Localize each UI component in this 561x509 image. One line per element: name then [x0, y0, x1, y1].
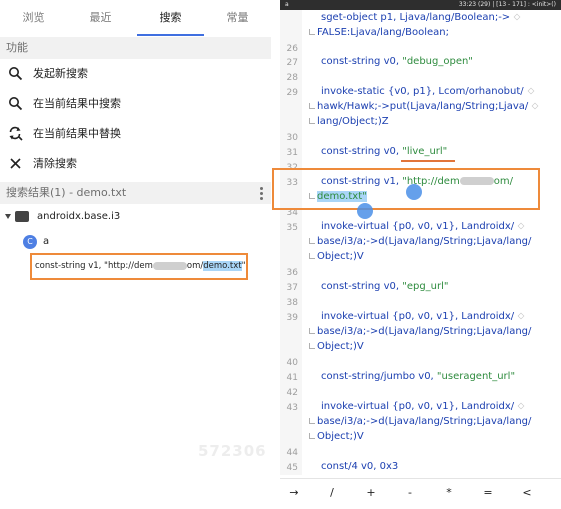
code-line: const-string v0, "debug_open" — [321, 56, 473, 67]
function-section-header: 功能 — [0, 37, 271, 59]
code-line: hawk/Hawk;->put(Ljava/lang/String;Ljava/ — [309, 101, 539, 112]
search-in-results-item[interactable]: 在当前结果中搜索 — [0, 89, 271, 119]
line-number: 26 — [286, 44, 298, 54]
code-line: invoke-virtual {p0, v0, v1}, Landroidx/ — [321, 221, 525, 232]
key-equals[interactable]: = — [474, 479, 502, 507]
tab-browse[interactable]: 浏览 — [0, 0, 67, 36]
folder-icon — [15, 211, 29, 222]
key-plus[interactable]: + — [357, 479, 385, 507]
line-number: 39 — [286, 313, 298, 323]
key-slash[interactable]: / — [318, 479, 346, 507]
code-line: invoke-virtual {p0, v0, v1}, Landroidx/ — [321, 311, 525, 322]
status-bar: a 33:23 (29) | [13 - 171] : <init>() — [280, 0, 561, 10]
code-line: invoke-virtual {p0, v0, v1}, Landroidx/ — [321, 401, 525, 412]
line-number: 31 — [286, 148, 298, 158]
line-number: 38 — [286, 298, 298, 308]
line-number: 40 — [286, 358, 298, 368]
selection-handle-end[interactable] — [406, 184, 422, 200]
line-number: 35 — [286, 223, 298, 233]
line-number: 44 — [286, 448, 298, 458]
code-line: lang/Object;)Z — [309, 116, 389, 127]
new-search-label: 发起新搜索 — [33, 67, 88, 80]
code-line: Object;)V — [309, 431, 364, 442]
package-label: androidx.base.i3 — [37, 211, 121, 222]
tab-recent[interactable]: 最近 — [67, 0, 134, 36]
result-highlight: demo.txt — [203, 261, 242, 271]
results-title: 搜索结果(1) - demo.txt — [6, 186, 127, 199]
tab-search[interactable]: 搜索 — [137, 0, 204, 36]
code-line: invoke-static {v0, p1}, Lcom/orhanobut/ — [321, 86, 535, 97]
search-result-text: const-string v1, "http://dem om/demo.txt" — [35, 255, 246, 278]
code-line: const-string v0, "live_url" — [321, 146, 448, 157]
close-icon — [10, 158, 21, 169]
line-number: 42 — [286, 388, 298, 398]
code-line: const/4 v0, 0x3 — [321, 461, 399, 472]
replace-in-results-label: 在当前结果中替换 — [33, 127, 121, 140]
symbol-toolbar: → / + - * = < — [280, 478, 561, 509]
class-node[interactable]: C a — [0, 232, 271, 252]
code-line: const-string v0, "epg_url" — [321, 281, 449, 292]
new-search-item[interactable]: 发起新搜索 — [0, 59, 271, 89]
line-number: 43 — [286, 403, 298, 413]
result-prefix: const-string v1, "http://dem — [35, 261, 153, 271]
code-line: const-string/jumbo v0, "useragent_url" — [321, 371, 516, 382]
search-icon — [9, 67, 23, 81]
active-tab-indicator — [137, 34, 204, 36]
clear-search-label: 清除搜索 — [33, 157, 77, 170]
results-section-header: 搜索结果(1) - demo.txt — [0, 182, 271, 204]
expand-arrow-icon[interactable] — [5, 214, 11, 219]
search-icon — [9, 97, 23, 111]
code-line: base/i3/a;->d(Ljava/lang/String;Ljava/la… — [309, 236, 531, 247]
line-number: 36 — [286, 268, 298, 278]
replace-icon — [9, 126, 23, 141]
key-arrow[interactable]: → — [280, 479, 308, 507]
result-suffix: " — [241, 261, 246, 271]
line-number: 37 — [286, 283, 298, 293]
line-number: 27 — [286, 58, 298, 68]
key-less-than[interactable]: < — [513, 479, 541, 507]
line-number: 45 — [286, 463, 298, 473]
code-line: Object;)V — [309, 341, 364, 352]
redacted-blur — [152, 261, 187, 270]
search-in-results-label: 在当前结果中搜索 — [33, 97, 121, 110]
class-label: a — [43, 236, 50, 247]
status-left: a — [285, 1, 289, 8]
code-line: base/i3/a;->d(Ljava/lang/String;Ljava/la… — [309, 416, 531, 427]
package-node[interactable]: androidx.base.i3 — [0, 206, 271, 228]
key-asterisk[interactable]: * — [435, 479, 463, 507]
class-badge-icon: C — [23, 235, 37, 249]
selection-handle-start[interactable] — [357, 203, 373, 219]
key-minus[interactable]: - — [396, 479, 424, 507]
line-number: 30 — [286, 133, 298, 143]
status-right: 33:23 (29) | [13 - 171] : <init>() — [458, 1, 556, 8]
live-url-underline — [401, 160, 455, 162]
line-number: 29 — [286, 88, 298, 98]
code-line: base/i3/a;->d(Ljava/lang/String;Ljava/la… — [309, 326, 531, 337]
watermark: 572306 — [198, 442, 267, 460]
clear-search-item[interactable]: 清除搜索 — [0, 149, 271, 179]
search-panel: 浏览 最近 搜索 常量 功能 发起新搜索 在当前结果中搜索 在当前结果中替换 清… — [0, 0, 271, 508]
tab-constants[interactable]: 常量 — [204, 0, 271, 36]
replace-in-results-item[interactable]: 在当前结果中替换 — [0, 119, 271, 149]
code-line: FALSE:Ljava/lang/Boolean; — [309, 27, 449, 38]
code-editor[interactable]: a 33:23 (29) | [13 - 171] : <init>() sge… — [280, 0, 561, 509]
search-result-item[interactable]: const-string v1, "http://dem om/demo.txt" — [30, 253, 248, 280]
more-options-icon[interactable] — [260, 187, 263, 200]
line-number: 41 — [286, 373, 298, 383]
result-mid: om/ — [186, 261, 204, 271]
line-number: 28 — [286, 73, 298, 83]
code-line: sget-object p1, Ljava/lang/Boolean;-> — [321, 12, 521, 23]
code-line: Object;)V — [309, 251, 364, 262]
tab-bar: 浏览 最近 搜索 常量 — [0, 0, 271, 36]
